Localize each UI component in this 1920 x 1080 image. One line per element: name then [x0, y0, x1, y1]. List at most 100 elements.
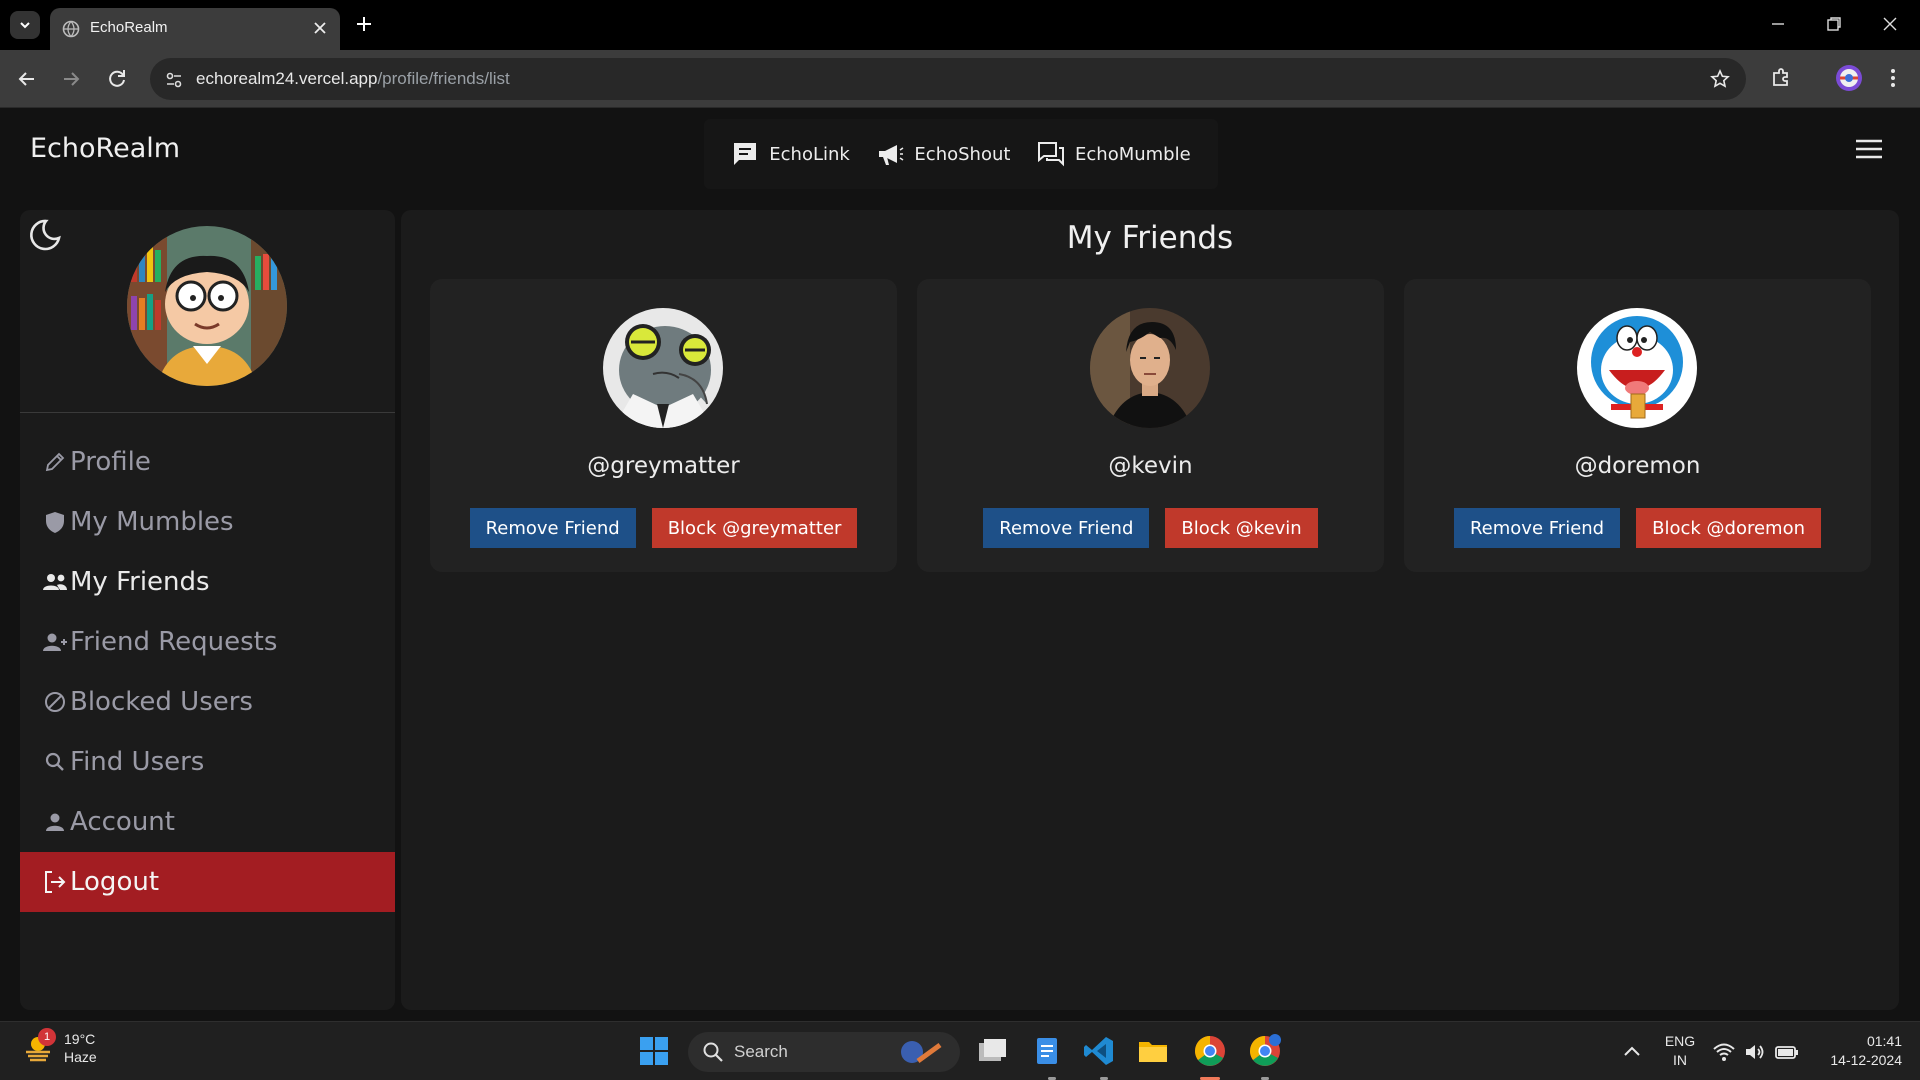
chat-bubbles-icon: [1037, 140, 1065, 168]
kebab-menu-icon[interactable]: [1881, 66, 1905, 90]
friend-card: @kevin Remove Friend Block @kevin: [917, 279, 1384, 572]
profile-avatar-icon[interactable]: [1835, 64, 1863, 92]
clock-date: 14-12-2024: [1830, 1052, 1902, 1068]
language-indicator[interactable]: ENG IN: [1660, 1032, 1700, 1070]
volume-icon[interactable]: [1743, 1040, 1767, 1064]
nav-echolink[interactable]: EchoLink: [731, 140, 850, 168]
bookmark-star-icon[interactable]: [1710, 69, 1730, 89]
chat-bubble-icon: [731, 140, 759, 168]
back-arrow-icon[interactable]: [14, 66, 40, 92]
battery-icon[interactable]: [1774, 1040, 1800, 1064]
nav-label: EchoShout: [914, 143, 1011, 165]
nav-echoshout[interactable]: EchoShout: [876, 140, 1010, 168]
search-icon: [42, 749, 68, 775]
users-icon: [42, 569, 68, 595]
close-tab-icon[interactable]: [310, 18, 330, 38]
chevron-up-icon[interactable]: [1620, 1040, 1644, 1064]
globe-icon: [62, 20, 80, 38]
moon-icon[interactable]: [26, 216, 64, 254]
sidebar-divider: [20, 412, 395, 413]
lang-top: ENG: [1664, 1033, 1696, 1049]
weather-desc: Haze: [64, 1049, 97, 1065]
vscode-icon[interactable]: [1082, 1034, 1116, 1068]
file-explorer-icon[interactable]: [1136, 1034, 1170, 1068]
taskbar-search-placeholder: Search: [734, 1042, 788, 1061]
url-field[interactable]: echorealm24.vercel.app/profile/friends/l…: [150, 58, 1746, 100]
wifi-icon[interactable]: [1712, 1040, 1736, 1064]
windows-start-icon[interactable]: [639, 1036, 669, 1066]
new-tab-icon[interactable]: [352, 12, 376, 36]
block-icon: [42, 689, 68, 715]
sidebar-item-my-friends[interactable]: My Friends: [20, 552, 395, 612]
top-navigation: EchoLink EchoShout EchoMumble: [704, 119, 1218, 189]
sidebar-item-friend-requests[interactable]: Friend Requests: [20, 612, 395, 672]
clock[interactable]: 01:41 14-12-2024: [1812, 1032, 1902, 1070]
browser-tab-bar: EchoRealm: [0, 0, 1920, 50]
brand-logo[interactable]: EchoRealm: [30, 133, 180, 164]
logout-icon: [42, 869, 68, 895]
sidebar-item-my-mumbles[interactable]: My Mumbles: [20, 492, 395, 552]
chevron-down-icon: [20, 22, 30, 29]
page-title: My Friends: [1066, 220, 1234, 256]
address-bar: echorealm24.vercel.app/profile/friends/l…: [0, 50, 1920, 108]
friends-panel: My Friends @greymatter Remove Friend Blo: [401, 210, 1899, 1010]
sidebar-item-find-users[interactable]: Find Users: [20, 732, 395, 792]
sidebar-item-profile[interactable]: Profile: [20, 432, 395, 492]
sidebar-item-label: Logout: [70, 867, 160, 897]
weather-temp: 19°C: [64, 1031, 96, 1047]
friend-actions: Remove Friend Block @kevin: [917, 508, 1384, 548]
hamburger-menu-icon[interactable]: [1853, 137, 1885, 161]
sidebar-item-logout[interactable]: Logout: [20, 852, 395, 912]
site-settings-icon[interactable]: [164, 70, 184, 90]
block-user-button[interactable]: Block @doremon: [1636, 508, 1821, 548]
remove-friend-button[interactable]: Remove Friend: [469, 508, 636, 548]
forward-arrow-icon[interactable]: [58, 66, 84, 92]
url-path: /profile/friends/list: [377, 69, 510, 88]
notification-badge: 1: [38, 1028, 56, 1046]
sidebar-item-account[interactable]: Account: [20, 792, 395, 852]
windows-taskbar: 19°C Haze 1 Search ENG IN 01:41 14-12-20…: [0, 1021, 1920, 1080]
sidebar-item-label: Blocked Users: [70, 687, 253, 717]
taskbar-search-box[interactable]: Search: [688, 1032, 960, 1072]
sidebar-item-blocked-users[interactable]: Blocked Users: [20, 672, 395, 732]
extensions-icon[interactable]: [1769, 66, 1793, 90]
restore-icon[interactable]: [1822, 12, 1846, 36]
sidebar-item-label: Account: [70, 807, 175, 837]
nav-label: EchoLink: [769, 143, 850, 165]
remove-friend-button[interactable]: Remove Friend: [983, 508, 1150, 548]
tab-search-button[interactable]: [10, 11, 40, 39]
sidebar-menu: Profile My Mumbles My Friends Friend Req…: [20, 432, 395, 912]
friend-card: @doremon Remove Friend Block @doremon: [1404, 279, 1871, 572]
remove-friend-button[interactable]: Remove Friend: [1453, 508, 1621, 548]
sidebar-item-label: My Friends: [70, 567, 210, 597]
weather-widget[interactable]: 19°C Haze: [22, 1030, 97, 1066]
notepad-icon[interactable]: [1030, 1034, 1064, 1068]
search-highlight-icon: [894, 1037, 948, 1067]
sidebar-item-label: Friend Requests: [70, 627, 278, 657]
friend-actions: Remove Friend Block @doremon: [1404, 508, 1871, 548]
friend-actions: Remove Friend Block @greymatter: [430, 508, 897, 548]
nav-echomumble[interactable]: EchoMumble: [1037, 140, 1191, 168]
task-view-icon[interactable]: [975, 1034, 1009, 1068]
pencil-icon: [42, 449, 68, 475]
reload-icon[interactable]: [104, 66, 130, 92]
friend-avatar: [1577, 308, 1697, 428]
browser-tab[interactable]: EchoRealm: [50, 8, 340, 50]
friend-username: @greymatter: [587, 453, 740, 479]
sidebar-item-label: My Mumbles: [70, 507, 234, 537]
tab-title: EchoRealm: [90, 19, 168, 36]
search-icon: [702, 1041, 724, 1063]
app-root: EchoRealm EchoLink EchoShout EchoMumble: [0, 109, 1920, 1021]
nav-label: EchoMumble: [1075, 143, 1191, 165]
friend-username: @kevin: [1108, 453, 1193, 479]
close-window-icon[interactable]: [1878, 12, 1902, 36]
block-user-button[interactable]: Block @kevin: [1165, 508, 1318, 548]
chrome-icon[interactable]: [1193, 1034, 1227, 1068]
clock-time: 01:41: [1866, 1033, 1902, 1049]
block-user-button[interactable]: Block @greymatter: [651, 508, 858, 548]
user-plus-icon: [42, 629, 68, 655]
minimize-icon[interactable]: [1766, 12, 1790, 36]
chrome-profile-icon[interactable]: [1248, 1034, 1282, 1068]
lang-bottom: IN: [1673, 1052, 1687, 1068]
sidebar-item-label: Find Users: [70, 747, 205, 777]
